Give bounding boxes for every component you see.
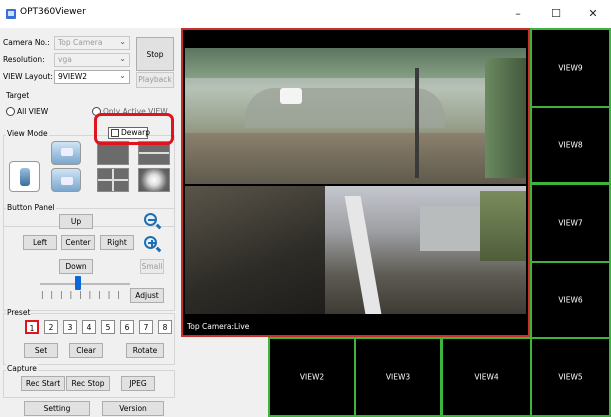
panorama-bottom-image [185,186,526,314]
view-mode-title: View Mode [6,129,49,138]
view4-label: VIEW4 [474,372,499,382]
view9-tile[interactable]: VIEW9 [530,28,611,108]
resolution-select-value: vga [58,55,72,64]
camera-no-label: Camera No.: [3,38,50,47]
view9-label: VIEW9 [558,63,583,73]
minimize-button[interactable]: – [500,0,536,28]
stop-button[interactable]: Stop [136,37,174,71]
highlight-annotation [94,113,174,145]
preset-7-button[interactable]: 7 [139,320,153,334]
zoom-slider-track[interactable] [40,283,130,285]
slider-ticks: ||||||||| [41,290,127,299]
preset-rotate-button[interactable]: Rotate [126,343,164,358]
fisheye-view-mode-icon[interactable] [138,168,170,192]
building-shape [420,206,480,251]
view2-label: VIEW2 [299,372,325,382]
quad-view-mode-icon[interactable] [97,168,129,192]
preset-clear-button[interactable]: Clear [69,343,103,358]
zoom-out-icon[interactable] [143,212,162,230]
preset-4-button[interactable]: 4 [82,320,96,334]
close-button[interactable]: ✕ [575,0,611,28]
chevron-down-icon: ⌄ [119,37,126,46]
view3-label: VIEW3 [385,372,411,382]
control-panel: Camera No.: Top Camera ⌄ Resolution: vga… [0,28,180,417]
right-button[interactable]: Right [100,235,134,250]
main-camera-view[interactable]: Top Camera:Live [181,28,530,337]
resolution-select[interactable]: vga ⌄ [54,53,130,67]
preset-2-button[interactable]: 2 [44,320,58,334]
all-view-radio[interactable] [6,107,15,116]
camera-select[interactable]: Top Camera ⌄ [54,36,130,50]
camera-side-mode-icon[interactable] [9,161,40,192]
preset-1-button[interactable]: 1 [25,320,39,334]
preset-8-button[interactable]: 8 [158,320,172,334]
view6-tile[interactable]: VIEW6 [530,261,611,339]
jpeg-button[interactable]: JPEG [121,376,155,391]
view8-tile[interactable]: VIEW8 [530,106,611,184]
preset-3-button[interactable]: 3 [63,320,77,334]
view-layout-select-value: 9VIEW2 [58,72,88,81]
rec-stop-button[interactable]: Rec Stop [66,376,110,391]
window-title: OPT360Viewer [20,7,86,17]
view3-tile[interactable]: VIEW3 [354,337,442,417]
preset-5-button[interactable]: 5 [101,320,115,334]
preset-title: Preset [6,308,32,317]
resolution-label: Resolution: [3,55,45,64]
view2-tile[interactable]: VIEW2 [268,337,356,417]
small-button[interactable]: Small [140,259,164,274]
chevron-down-icon: ⌄ [119,71,126,80]
view-layout-label: VIEW Layout: [3,72,53,81]
capture-title: Capture [6,364,38,373]
chevron-down-icon: ⌄ [119,54,126,63]
setting-button[interactable]: Setting [24,401,90,416]
view4-tile[interactable]: VIEW4 [441,337,532,417]
up-button[interactable]: Up [59,214,93,229]
adjust-button[interactable]: Adjust [130,288,164,303]
zoom-slider-thumb[interactable] [75,276,81,290]
view-layout-select[interactable]: 9VIEW2 ⌄ [54,70,130,84]
camera-select-value: Top Camera [58,38,103,47]
down-button[interactable]: Down [59,259,93,274]
zoom-in-icon[interactable] [143,235,162,253]
preset-set-button[interactable]: Set [24,343,58,358]
all-view-label: All VIEW [17,107,49,116]
camera-top-mode-icon[interactable] [51,168,81,192]
center-button[interactable]: Center [61,235,95,250]
button-panel-title: Button Panel [6,203,56,212]
version-button[interactable]: Version [102,401,164,416]
view5-tile[interactable]: VIEW5 [530,337,611,417]
main-view-caption: Top Camera:Live [187,322,250,331]
view7-label: VIEW7 [558,218,583,228]
view5-label: VIEW5 [558,372,583,382]
view6-label: VIEW6 [558,295,583,305]
rec-start-button[interactable]: Rec Start [21,376,65,391]
camera-front-mode-icon[interactable] [51,141,81,165]
preset-6-button[interactable]: 6 [120,320,134,334]
target-group-title: Target [5,91,31,100]
view8-label: VIEW8 [558,140,583,150]
title-bar: OPT360Viewer – ☐ ✕ [0,0,611,28]
left-button[interactable]: Left [23,235,57,250]
car-shape [280,88,302,104]
playback-button[interactable]: Playback [136,72,174,88]
panorama-top-image [185,48,526,184]
view7-tile[interactable]: VIEW7 [530,183,611,263]
app-icon [6,9,16,19]
maximize-button[interactable]: ☐ [538,0,574,28]
